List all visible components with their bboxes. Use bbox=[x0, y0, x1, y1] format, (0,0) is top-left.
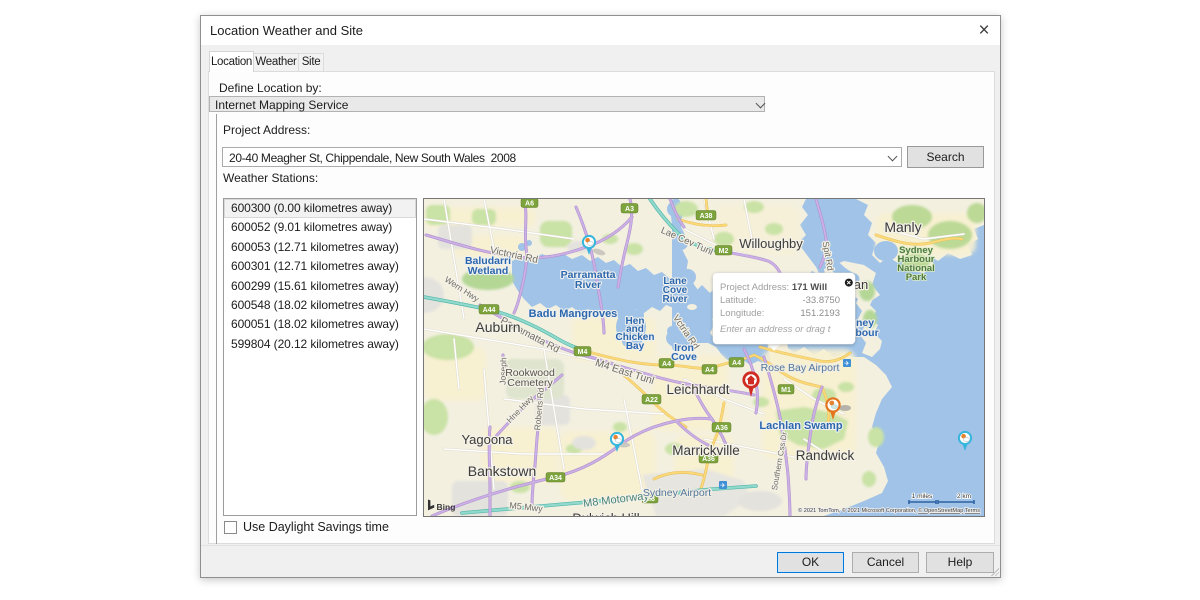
svg-text:Yagoona: Yagoona bbox=[461, 432, 513, 447]
svg-text:M4: M4 bbox=[578, 349, 588, 356]
svg-text:Latitude:: Latitude: bbox=[720, 295, 756, 306]
svg-text:Bing: Bing bbox=[437, 502, 456, 512]
svg-text:A44: A44 bbox=[483, 307, 496, 314]
svg-text:Randwick: Randwick bbox=[796, 448, 855, 463]
svg-text:A4: A4 bbox=[732, 360, 741, 367]
svg-text:Leichhardt: Leichhardt bbox=[666, 382, 729, 397]
svg-text:A22: A22 bbox=[645, 397, 658, 404]
svg-text:Manly: Manly bbox=[884, 219, 921, 235]
svg-text:Park: Park bbox=[906, 272, 927, 283]
svg-text:✈: ✈ bbox=[844, 361, 850, 368]
svg-text:A6: A6 bbox=[525, 201, 534, 208]
svg-text:Cemetery: Cemetery bbox=[507, 377, 553, 389]
svg-text:Cove: Cove bbox=[671, 351, 697, 363]
svg-text:A36: A36 bbox=[715, 425, 728, 432]
svg-text:A3: A3 bbox=[625, 206, 634, 213]
svg-text:✈: ✈ bbox=[720, 483, 726, 490]
svg-text:Lachlan Swamp: Lachlan Swamp bbox=[759, 420, 842, 432]
svg-text:bour: bour bbox=[855, 327, 878, 339]
svg-text:Badu Mangroves: Badu Mangroves bbox=[529, 308, 618, 320]
svg-text:2 km: 2 km bbox=[957, 493, 971, 500]
svg-text:Longitude:: Longitude: bbox=[720, 308, 764, 319]
svg-text:A4: A4 bbox=[662, 361, 671, 368]
svg-text:A4: A4 bbox=[705, 367, 714, 374]
svg-text:Enter an address or drag t: Enter an address or drag t bbox=[720, 324, 831, 335]
svg-text:Rose Bay Airport: Rose Bay Airport bbox=[761, 362, 840, 374]
svg-text:Project Address: 171 Will: Project Address: 171 Will bbox=[720, 282, 827, 293]
svg-text:Marrickville: Marrickville bbox=[672, 443, 740, 458]
svg-text:Wetland: Wetland bbox=[468, 265, 509, 277]
svg-text:Willoughby: Willoughby bbox=[739, 236, 803, 251]
svg-text:M1: M1 bbox=[781, 387, 791, 394]
svg-text:Dulwich Hill: Dulwich Hill bbox=[572, 511, 639, 517]
svg-text:Bay: Bay bbox=[626, 341, 645, 352]
svg-text:River: River bbox=[662, 294, 687, 305]
svg-text:A34: A34 bbox=[549, 475, 562, 482]
svg-text:© 2021 TomTom, © 2021 Microsof: © 2021 TomTom, © 2021 Microsoft Corporat… bbox=[798, 507, 980, 514]
svg-text:an: an bbox=[854, 277, 868, 292]
svg-text:River: River bbox=[575, 279, 601, 291]
svg-text:Auburn: Auburn bbox=[475, 319, 520, 335]
svg-text:1 miles: 1 miles bbox=[912, 493, 933, 500]
svg-text:M2: M2 bbox=[719, 248, 729, 255]
svg-text:-33.8750: -33.8750 bbox=[802, 295, 840, 306]
svg-text:Bankstown: Bankstown bbox=[468, 463, 536, 479]
svg-text:Sydney Airport: Sydney Airport bbox=[643, 487, 711, 499]
svg-text:151.2193: 151.2193 bbox=[800, 308, 840, 319]
svg-text:A38: A38 bbox=[700, 213, 713, 220]
